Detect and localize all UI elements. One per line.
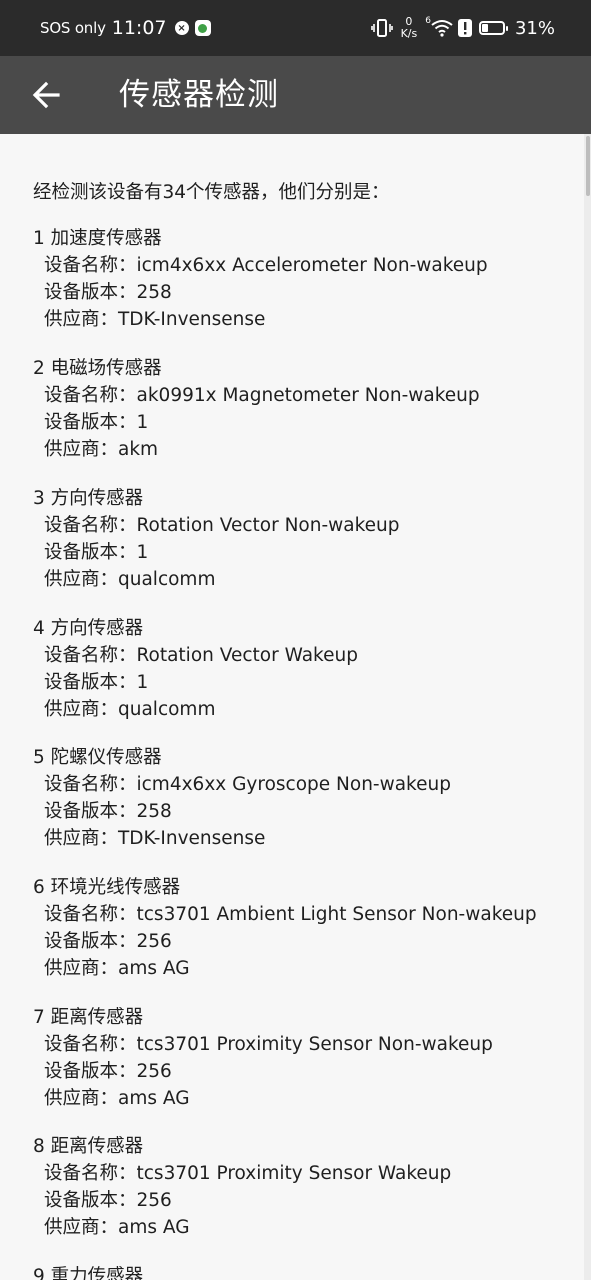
sensor-vendor: 供应商：akm bbox=[44, 439, 159, 460]
sensor-version: 设备版本：258 bbox=[44, 282, 172, 303]
sensor-item: 9 重力传感器 bbox=[33, 1263, 143, 1280]
sensor-version: 设备版本：1 bbox=[44, 542, 149, 563]
intro-text: 经检测该设备有34个传感器，他们分别是： bbox=[33, 182, 390, 203]
battery-level bbox=[481, 24, 488, 32]
sensor-vendor: 供应商：TDK-Invensense bbox=[44, 828, 266, 849]
sensor-item: 7 距离传感器 设备名称：tcs3701 Proximity Sensor No… bbox=[33, 1004, 493, 1112]
sensor-vendor: 供应商：qualcomm bbox=[44, 699, 216, 720]
scrollbar-thumb[interactable] bbox=[586, 136, 590, 196]
alert-icon bbox=[457, 19, 472, 37]
sensor-name: 设备名称：tcs3701 Proximity Sensor Non-wakeup bbox=[44, 1034, 493, 1055]
sensor-version: 设备版本：256 bbox=[44, 931, 172, 952]
security-app-icon bbox=[194, 20, 211, 36]
sensor-name: 设备名称：tcs3701 Ambient Light Sensor Non-wa… bbox=[44, 904, 537, 925]
sensor-item: 4 方向传感器 设备名称：Rotation Vector Wakeup 设备版本… bbox=[33, 615, 358, 723]
sensor-heading: 6 环境光线传感器 bbox=[33, 877, 181, 898]
sensor-version: 设备版本：1 bbox=[44, 672, 149, 693]
status-bar-right: 0 K/s 6 31% bbox=[370, 0, 555, 56]
network-speed-unit: K/s bbox=[400, 27, 418, 40]
blocked-notification-icon: × bbox=[174, 21, 189, 35]
sensor-name: 设备名称：Rotation Vector Non-wakeup bbox=[44, 515, 400, 536]
sensor-item: 1 加速度传感器 设备名称：icm4x6xx Accelerometer Non… bbox=[33, 225, 488, 333]
sensor-vendor: 供应商：ams AG bbox=[44, 958, 190, 979]
sensor-heading: 1 加速度传感器 bbox=[33, 228, 162, 249]
status-bar-left: SOS only 11:07 × bbox=[40, 0, 211, 56]
sensor-vendor: 供应商：TDK-Invensense bbox=[44, 309, 266, 330]
vibrate-icon bbox=[370, 19, 393, 37]
battery-percent: 31% bbox=[514, 17, 555, 39]
clock: 11:07 bbox=[111, 17, 167, 39]
sensor-version: 设备版本：1 bbox=[44, 412, 149, 433]
sensor-item: 8 距离传感器 设备名称：tcs3701 Proximity Sensor Wa… bbox=[33, 1133, 451, 1241]
sensor-vendor: 供应商：ams AG bbox=[44, 1088, 190, 1109]
sensor-heading: 9 重力传感器 bbox=[33, 1266, 144, 1280]
sensor-version: 设备版本：256 bbox=[44, 1061, 172, 1082]
sensor-heading: 3 方向传感器 bbox=[33, 488, 144, 509]
sos-status: SOS only bbox=[40, 19, 106, 37]
sensor-name: 设备名称：ak0991x Magnetometer Non-wakeup bbox=[44, 385, 480, 406]
status-bar: SOS only 11:07 × 0 K/s 6 31% bbox=[0, 0, 591, 56]
sensor-vendor: 供应商：qualcomm bbox=[44, 569, 216, 590]
back-button[interactable] bbox=[24, 73, 68, 117]
network-speed: 0 K/s bbox=[401, 16, 418, 40]
sensor-name: 设备名称：Rotation Vector Wakeup bbox=[44, 645, 358, 666]
sensor-list-content[interactable]: 经检测该设备有34个传感器，他们分别是： 1 加速度传感器 设备名称：icm4x… bbox=[0, 134, 584, 1280]
battery-icon bbox=[478, 21, 508, 35]
sensor-heading: 4 方向传感器 bbox=[33, 618, 144, 639]
sensor-heading: 2 电磁场传感器 bbox=[33, 358, 162, 379]
sensor-item: 5 陀螺仪传感器 设备名称：icm4x6xx Gyroscope Non-wak… bbox=[33, 744, 451, 852]
sensor-item: 3 方向传感器 设备名称：Rotation Vector Non-wakeup … bbox=[33, 485, 400, 593]
page-title: 传感器检测 bbox=[119, 77, 279, 113]
sensor-vendor: 供应商：ams AG bbox=[44, 1217, 190, 1238]
sensor-heading: 5 陀螺仪传感器 bbox=[33, 747, 162, 768]
sensor-heading: 8 距离传感器 bbox=[33, 1136, 144, 1157]
sensor-name: 设备名称：icm4x6xx Accelerometer Non-wakeup bbox=[44, 255, 488, 276]
sensor-name: 设备名称：tcs3701 Proximity Sensor Wakeup bbox=[44, 1163, 452, 1184]
arrow-back-icon bbox=[32, 81, 60, 109]
sensor-item: 2 电磁场传感器 设备名称：ak0991x Magnetometer Non-w… bbox=[33, 355, 480, 463]
sensor-version: 设备版本：258 bbox=[44, 801, 172, 822]
sensor-name: 设备名称：icm4x6xx Gyroscope Non-wakeup bbox=[44, 774, 451, 795]
sensor-item: 6 环境光线传感器 设备名称：tcs3701 Ambient Light Sen… bbox=[33, 874, 537, 982]
scrollbar[interactable] bbox=[584, 134, 591, 1280]
sensor-heading: 7 距离传感器 bbox=[33, 1007, 144, 1028]
app-bar: 传感器检测 bbox=[0, 56, 591, 134]
wifi-icon bbox=[431, 20, 453, 37]
sensor-version: 设备版本：256 bbox=[44, 1190, 172, 1211]
